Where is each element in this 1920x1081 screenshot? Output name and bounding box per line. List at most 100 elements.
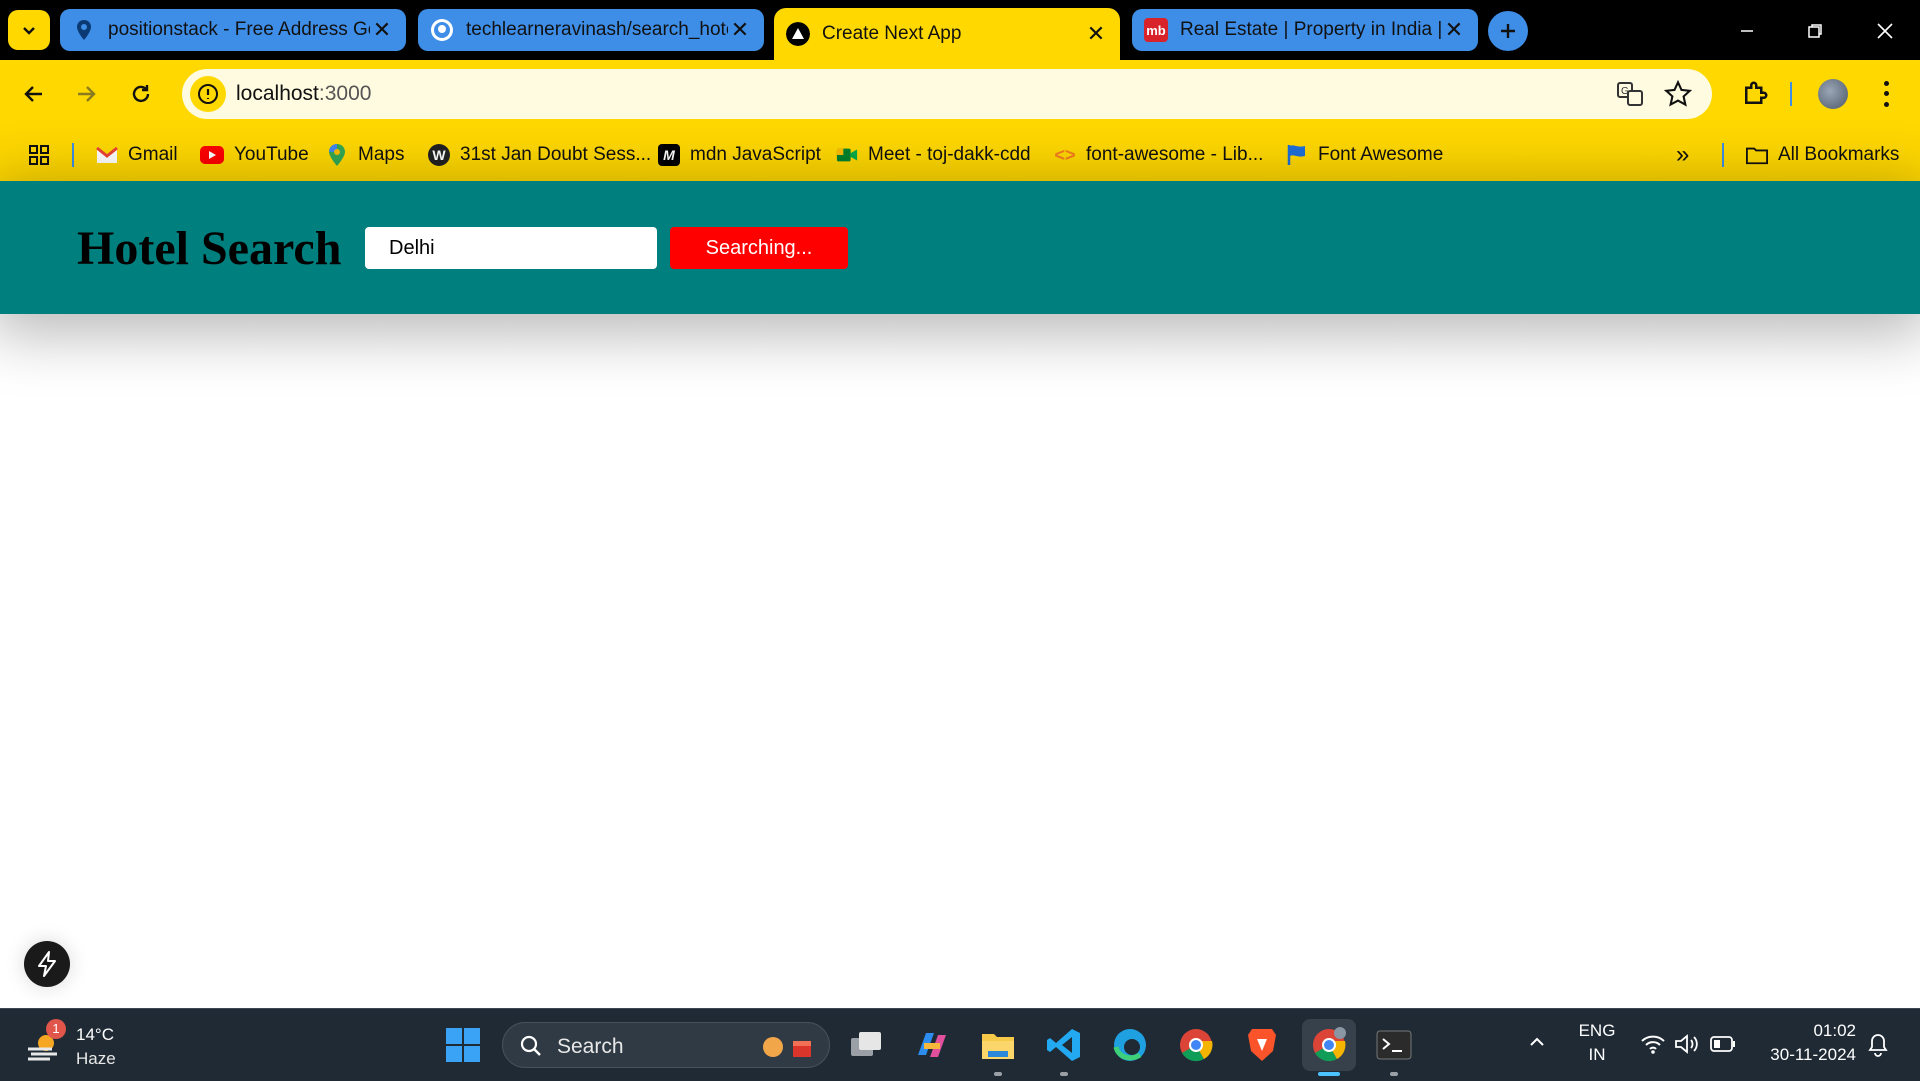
wifi-icon[interactable] bbox=[1640, 1033, 1666, 1060]
weather-temp: 14°C bbox=[76, 1025, 114, 1044]
search-highlight-icon bbox=[763, 1037, 811, 1057]
bookmark-font-awesome[interactable]: Font Awesome bbox=[1286, 139, 1443, 171]
mdn-icon: M bbox=[658, 144, 680, 166]
menu-icon[interactable] bbox=[1878, 78, 1894, 110]
close-icon[interactable]: ✕ bbox=[370, 17, 394, 43]
magicbricks-icon: mb bbox=[1144, 18, 1168, 42]
nextjs-dev-indicator[interactable] bbox=[24, 941, 70, 987]
brave-button[interactable] bbox=[1242, 1025, 1282, 1065]
restore-button[interactable] bbox=[1798, 14, 1832, 48]
tab-search-button[interactable] bbox=[8, 10, 50, 50]
close-icon[interactable]: ✕ bbox=[1442, 17, 1466, 43]
bookmark-mdn[interactable]: M mdn JavaScript bbox=[658, 139, 821, 171]
language-indicator[interactable]: ENG IN bbox=[1572, 1021, 1622, 1067]
tab-title: Real Estate | Property in India | bbox=[1180, 19, 1442, 40]
search-input[interactable] bbox=[365, 227, 657, 269]
search-label: Search bbox=[557, 1035, 624, 1058]
vscode-button[interactable] bbox=[1044, 1025, 1084, 1065]
bookmark-gmail[interactable]: Gmail bbox=[96, 139, 178, 171]
clock[interactable]: 01:02 30-11-2024 bbox=[1756, 1021, 1856, 1067]
tab-create-next-app[interactable]: Create Next App ✕ bbox=[774, 8, 1120, 60]
bookmark-label: font-awesome - Lib... bbox=[1086, 144, 1264, 165]
minimize-button[interactable] bbox=[1730, 14, 1764, 48]
all-bookmarks-button[interactable]: All Bookmarks bbox=[1746, 139, 1899, 171]
taskbar-search[interactable]: Search bbox=[502, 1022, 830, 1068]
back-button[interactable] bbox=[14, 74, 54, 114]
map-pin-icon bbox=[77, 20, 91, 40]
lang-top: ENG bbox=[1578, 1021, 1616, 1040]
avatar[interactable] bbox=[1818, 79, 1848, 109]
folder-icon bbox=[982, 1034, 1014, 1059]
file-explorer-button[interactable] bbox=[978, 1025, 1018, 1065]
bookmark-label: Font Awesome bbox=[1318, 144, 1444, 165]
forward-button[interactable] bbox=[66, 74, 106, 114]
chevron-up-icon bbox=[1530, 1037, 1544, 1046]
chevron-down-icon bbox=[23, 27, 35, 35]
weather-widget[interactable]: 1 14°C Haze bbox=[22, 1019, 142, 1071]
translate-icon[interactable]: G bbox=[1616, 80, 1644, 108]
tab-real-estate[interactable]: mb Real Estate | Property in India | ✕ bbox=[1132, 9, 1478, 51]
start-button[interactable] bbox=[443, 1025, 483, 1065]
running-indicator bbox=[1060, 1072, 1068, 1076]
bookmark-label: Meet - toj-dakk-cdd bbox=[868, 144, 1031, 165]
svg-text:G: G bbox=[1621, 86, 1629, 97]
google-meet-icon bbox=[836, 144, 858, 166]
search-icon bbox=[520, 1035, 541, 1056]
site-info-icon[interactable] bbox=[190, 76, 226, 112]
taskbar: 1 14°C Haze Search ENG IN 01:02 30-11-20… bbox=[0, 1008, 1920, 1081]
close-icon[interactable]: ✕ bbox=[1084, 21, 1108, 47]
toolbar-divider bbox=[1790, 82, 1792, 106]
search-button[interactable]: Searching... bbox=[670, 227, 848, 269]
bookmark-label: All Bookmarks bbox=[1778, 144, 1900, 165]
close-icon bbox=[1877, 23, 1893, 39]
chrome-profile-button[interactable] bbox=[1302, 1019, 1356, 1071]
bookmark-label: YouTube bbox=[234, 144, 309, 165]
edge-icon bbox=[1113, 1029, 1146, 1061]
task-view-button[interactable] bbox=[846, 1025, 886, 1065]
bookmark-doubt-session[interactable]: W 31st Jan Doubt Sess... bbox=[428, 139, 651, 171]
arrow-left-icon bbox=[24, 86, 42, 102]
battery-icon[interactable] bbox=[1710, 1035, 1736, 1058]
new-tab-button[interactable] bbox=[1488, 11, 1528, 51]
chrome-button[interactable] bbox=[1176, 1025, 1216, 1065]
clock-date: 30-11-2024 bbox=[1770, 1045, 1856, 1064]
folder-icon bbox=[1746, 144, 1768, 166]
extensions-icon[interactable] bbox=[1740, 79, 1770, 109]
apps-grid-icon[interactable] bbox=[27, 143, 51, 167]
bookmark-label: Gmail bbox=[128, 144, 178, 165]
close-icon[interactable]: ✕ bbox=[728, 17, 752, 43]
bookmark-meet[interactable]: Meet - toj-dakk-cdd bbox=[836, 139, 1031, 171]
terminal-button[interactable] bbox=[1374, 1025, 1414, 1065]
page-title: Hotel Search bbox=[77, 222, 342, 275]
restore-icon bbox=[1808, 24, 1822, 38]
bookmark-star-icon[interactable] bbox=[1663, 79, 1693, 108]
tab-github[interactable]: techlearneravinash/search_hote ✕ bbox=[418, 9, 764, 51]
volume-icon[interactable] bbox=[1674, 1033, 1700, 1060]
wordpress-icon: W bbox=[428, 144, 450, 166]
copilot-icon bbox=[918, 1033, 946, 1057]
reload-button[interactable] bbox=[121, 74, 161, 114]
address-bar[interactable]: localhost:3000 G bbox=[182, 69, 1712, 119]
clock-time: 01:02 bbox=[1813, 1021, 1856, 1040]
notifications-icon[interactable] bbox=[1866, 1031, 1890, 1062]
browser-tab-strip: positionstack - Free Address Ge ✕ techle… bbox=[0, 0, 1920, 60]
nextjs-icon bbox=[786, 22, 810, 46]
bookmark-label: Maps bbox=[358, 144, 405, 165]
maps-icon bbox=[326, 144, 348, 166]
more-bookmarks-icon[interactable]: » bbox=[1676, 143, 1689, 167]
bookmarks-divider bbox=[1722, 143, 1724, 167]
close-window-button[interactable] bbox=[1868, 14, 1902, 48]
bookmark-maps[interactable]: Maps bbox=[326, 139, 404, 171]
copilot-button[interactable] bbox=[912, 1025, 952, 1065]
bookmark-youtube[interactable]: YouTube bbox=[200, 139, 309, 171]
url-text: localhost:3000 bbox=[236, 82, 372, 105]
show-hidden-icons[interactable] bbox=[1528, 1033, 1546, 1056]
reload-icon bbox=[132, 85, 150, 103]
tab-positionstack[interactable]: positionstack - Free Address Ge ✕ bbox=[60, 9, 406, 51]
brave-icon bbox=[1248, 1029, 1276, 1061]
minimize-icon bbox=[1741, 30, 1753, 32]
bookmark-font-awesome-lib[interactable]: <> font-awesome - Lib... bbox=[1054, 139, 1263, 171]
code-brackets-icon: <> bbox=[1054, 144, 1076, 165]
edge-button[interactable] bbox=[1110, 1025, 1150, 1065]
chrome-icon bbox=[1313, 1027, 1346, 1062]
